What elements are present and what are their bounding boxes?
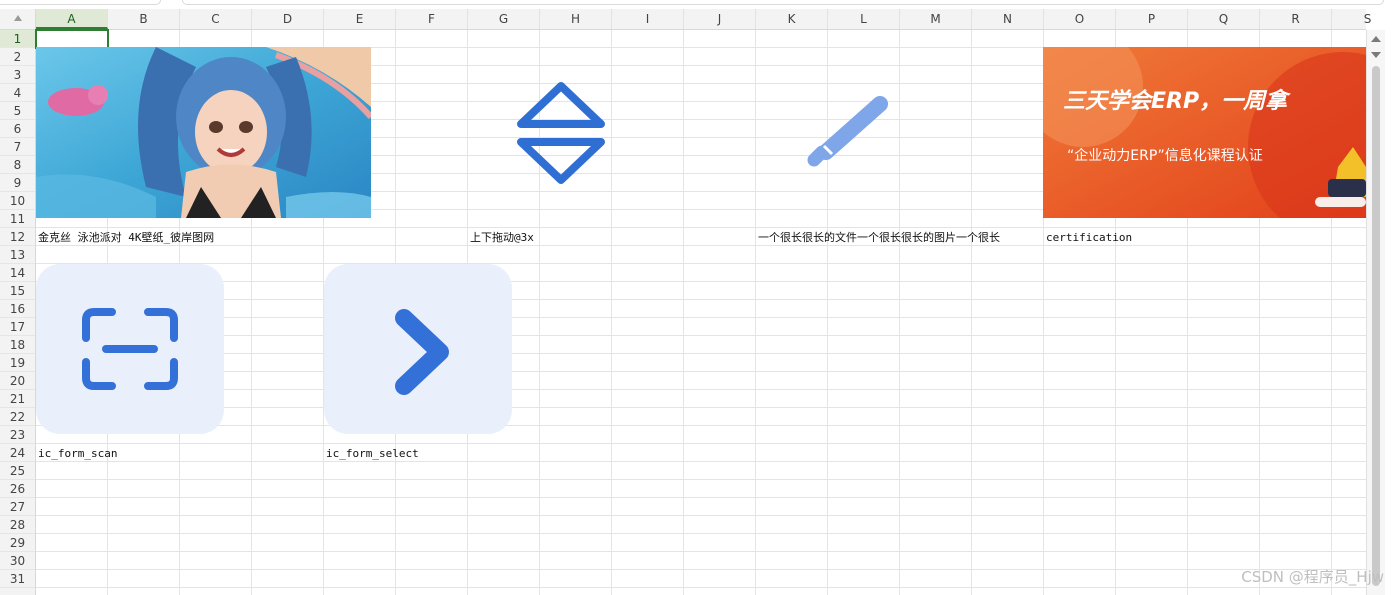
column-header-o[interactable]: O	[1044, 9, 1116, 29]
row-header-9[interactable]: 9	[0, 174, 35, 192]
row-header-12[interactable]: 12	[0, 228, 35, 246]
drag-updown-icon	[517, 82, 605, 184]
chevron-right-icon	[324, 264, 512, 434]
row-header-26[interactable]: 26	[0, 480, 35, 498]
row-header-30[interactable]: 30	[0, 552, 35, 570]
scan-icon	[36, 264, 224, 434]
select-all-corner[interactable]	[0, 9, 36, 29]
row-header-13[interactable]: 13	[0, 246, 35, 264]
row-header-6[interactable]: 6	[0, 120, 35, 138]
scan-icon-image[interactable]	[36, 264, 224, 434]
column-header-s[interactable]: S	[1332, 9, 1398, 29]
row-header-4[interactable]: 4	[0, 84, 35, 102]
active-cell-a1[interactable]	[35, 29, 109, 49]
cell-a24[interactable]: ic_form_scan	[38, 445, 117, 463]
row-header-31[interactable]: 31	[0, 570, 35, 588]
row-header-28[interactable]: 28	[0, 516, 35, 534]
watermark: CSDN @程序员_Hjw	[1241, 568, 1384, 586]
cell-a12[interactable]: 金克丝 泳池派对 4K壁纸_彼岸图网	[38, 229, 214, 247]
row-header-24[interactable]: 24	[0, 444, 35, 462]
scroll-thumb[interactable]	[1372, 66, 1380, 586]
select-all-icon	[14, 15, 22, 21]
drag-updown-image[interactable]	[517, 82, 605, 184]
column-header-k[interactable]: K	[756, 9, 828, 29]
column-header-l[interactable]: L	[828, 9, 900, 29]
column-header-m[interactable]: M	[900, 9, 972, 29]
column-header-i[interactable]: I	[612, 9, 684, 29]
pencil-icon	[807, 96, 888, 167]
erp-banner-picture	[1043, 47, 1366, 218]
row-header-8[interactable]: 8	[0, 156, 35, 174]
column-header-b[interactable]: B	[108, 9, 180, 29]
vertical-scrollbar[interactable]	[1366, 30, 1385, 595]
column-header-r[interactable]: R	[1260, 9, 1332, 29]
row-header-21[interactable]: 21	[0, 390, 35, 408]
select-icon-image[interactable]	[324, 264, 512, 434]
column-header-n[interactable]: N	[972, 9, 1044, 29]
pencil-image[interactable]	[806, 94, 892, 170]
row-header-29[interactable]: 29	[0, 534, 35, 552]
row-header-2[interactable]: 2	[0, 48, 35, 66]
column-header-f[interactable]: F	[396, 9, 468, 29]
column-header-p[interactable]: P	[1116, 9, 1188, 29]
column-header-bar: ABCDEFGHIJKLMNOPQRS	[0, 9, 1371, 30]
scroll-up-icon[interactable]	[1371, 36, 1381, 42]
row-header-16[interactable]: 16	[0, 300, 35, 318]
column-header-g[interactable]: G	[468, 9, 540, 29]
row-header-bar: 1 2 3 4 5 6 7 8 9 10 11 12 13 14 15 16 17 18 19 20 21 22 23 24 2…	[0, 30, 36, 595]
row-header-10[interactable]: 10	[0, 192, 35, 210]
row-header-18[interactable]: 18	[0, 336, 35, 354]
column-header-d[interactable]: D	[252, 9, 324, 29]
formula-bar[interactable]	[182, 0, 1384, 5]
pool-party-image[interactable]	[36, 47, 371, 218]
row-header-20[interactable]: 20	[0, 372, 35, 390]
row-header-23[interactable]: 23	[0, 426, 35, 444]
column-header-h[interactable]: H	[540, 9, 612, 29]
row-header-5[interactable]: 5	[0, 102, 35, 120]
column-header-a[interactable]: A	[36, 9, 108, 29]
row-header-17[interactable]: 17	[0, 318, 35, 336]
name-box[interactable]	[0, 0, 161, 5]
row-header-27[interactable]: 27	[0, 498, 35, 516]
cell-k12[interactable]: 一个很长很长的文件一个很长很长的图片一个很长	[758, 229, 1000, 247]
column-header-e[interactable]: E	[324, 9, 396, 29]
column-header-q[interactable]: Q	[1188, 9, 1260, 29]
row-header-15[interactable]: 15	[0, 282, 35, 300]
row-header-3[interactable]: 3	[0, 66, 35, 84]
cell-g12[interactable]: 上下拖动@3x	[470, 229, 534, 247]
row-header-25[interactable]: 25	[0, 462, 35, 480]
cell-e24[interactable]: ic_form_select	[326, 445, 419, 463]
row-header-1[interactable]: 1	[0, 30, 35, 48]
column-header-c[interactable]: C	[180, 9, 252, 29]
row-header-22[interactable]: 22	[0, 408, 35, 426]
pool-party-picture	[36, 47, 371, 218]
row-header-19[interactable]: 19	[0, 354, 35, 372]
cell-o12[interactable]: certification	[1046, 229, 1132, 247]
erp-banner-image[interactable]: 三天学会ERP，一周拿 “企业动力ERP”信息化课程认证	[1043, 47, 1366, 218]
row-header-7[interactable]: 7	[0, 138, 35, 156]
column-header-j[interactable]: J	[684, 9, 756, 29]
scroll-down-icon[interactable]	[1371, 52, 1381, 58]
banner-subtitle: “企业动力ERP”信息化课程认证	[1067, 148, 1263, 164]
row-header-11[interactable]: 11	[0, 210, 35, 228]
row-header-14[interactable]: 14	[0, 264, 35, 282]
banner-title: 三天学会ERP，一周拿	[1063, 89, 1288, 114]
toolbar-strip	[0, 0, 1398, 8]
